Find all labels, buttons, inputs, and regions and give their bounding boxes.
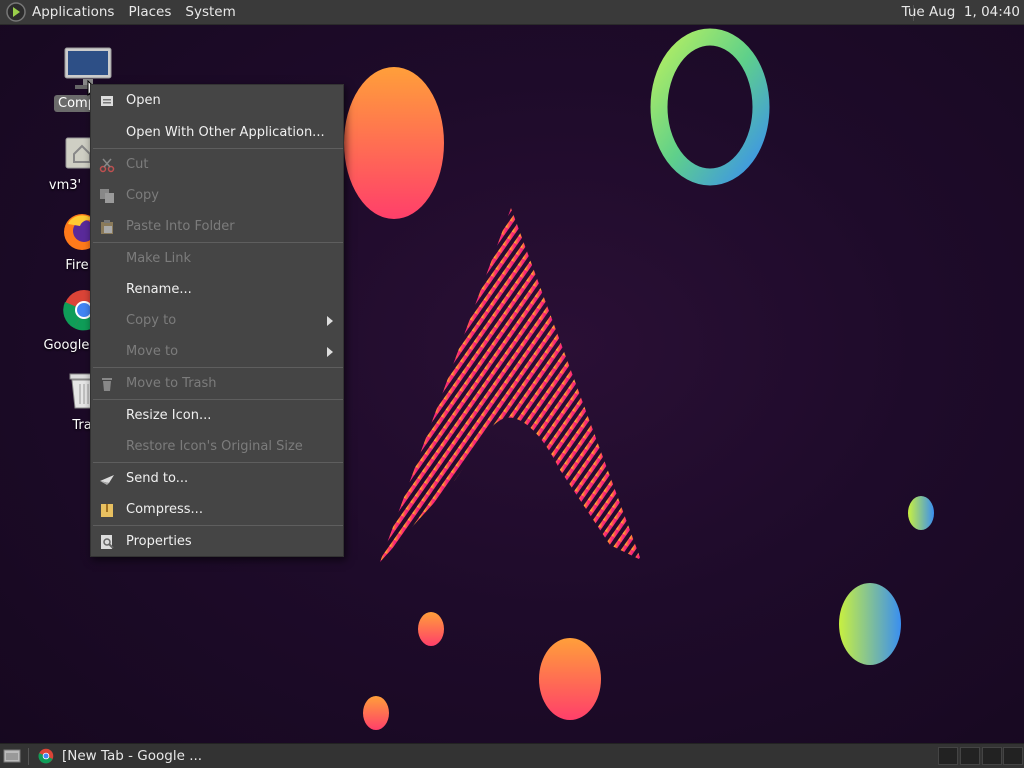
menu-item-send-to[interactable]: Send to... [91,464,343,494]
menu-item-label: Send to... [126,471,189,486]
menu-item-compress[interactable]: Compress... [91,495,343,525]
menu-item-cut[interactable]: Cut [91,150,343,180]
top-panel: Applications Places System Tue Aug 1, 04… [0,0,1024,25]
menu-separator [93,462,343,463]
paste-icon [101,220,113,234]
menu-item-copy-to[interactable]: Copy to [91,306,343,336]
menu-item-label: Paste Into Folder [126,219,235,234]
menu-separator [93,399,343,400]
menu-item-move-to[interactable]: Move to [91,337,343,367]
bottom-panel: [New Tab - Google ... [0,743,1024,768]
context-menu: Open Open With Other Application... Cut … [90,84,344,557]
submenu-arrow-icon [327,347,333,357]
applications-menu[interactable]: Applications [32,4,114,20]
menu-item-rename[interactable]: Rename... [91,275,343,305]
taskbar-window-label: [New Tab - Google ... [62,748,203,764]
show-desktop-icon[interactable] [3,747,21,765]
trash-icon [102,378,112,391]
arch-logo [380,208,641,562]
menu-item-open[interactable]: Open [91,86,343,116]
menu-separator [93,525,343,526]
menu-item-label: Resize Icon... [126,408,212,423]
menu-item-restore-icon-size[interactable]: Restore Icon's Original Size [91,432,343,462]
workspace-4[interactable] [1003,747,1023,765]
places-menu[interactable]: Places [128,4,171,20]
workspace-3[interactable] [982,747,1002,765]
copy-icon [100,189,114,203]
panel-separator [28,748,29,765]
taskbar-window-button[interactable]: [New Tab - Google ... [36,745,206,767]
menu-item-label: Move to Trash [126,376,217,391]
menu-item-label: Compress... [126,502,203,517]
workspace-2[interactable] [960,747,980,765]
menu-item-open-with[interactable]: Open With Other Application... [91,118,343,148]
menu-item-label: Properties [126,534,192,549]
archive-icon [101,504,113,517]
properties-icon [101,535,114,549]
menu-item-label: Copy to [126,313,177,328]
open-icon [101,96,113,106]
menu-item-label: Open With Other Application... [126,125,325,140]
chrome-icon [38,748,54,764]
menu-separator [93,148,343,149]
clock[interactable]: Tue Aug 1, 04:40 [902,4,1020,20]
menu-item-label: Restore Icon's Original Size [126,439,303,454]
menu-item-paste-into-folder[interactable]: Paste Into Folder [91,212,343,242]
menu-item-label: Open [126,93,161,108]
menu-separator [93,242,343,243]
distro-logo-icon[interactable] [6,2,26,22]
workspace-1[interactable] [938,747,958,765]
menu-item-copy[interactable]: Copy [91,181,343,211]
scissors-icon [99,158,115,173]
system-menu[interactable]: System [185,4,235,20]
menu-item-label: Copy [126,188,159,203]
send-icon [100,475,114,485]
menu-item-make-link[interactable]: Make Link [91,244,343,274]
submenu-arrow-icon [327,316,333,326]
menu-item-label: Cut [126,157,149,172]
menu-item-resize-icon[interactable]: Resize Icon... [91,401,343,431]
menu-item-properties[interactable]: Properties [91,527,343,557]
menu-item-label: Move to [126,344,179,359]
menu-item-label: Rename... [126,282,192,297]
menu-separator [93,367,343,368]
menu-item-move-to-trash[interactable]: Move to Trash [91,369,343,399]
menu-item-label: Make Link [126,251,191,266]
